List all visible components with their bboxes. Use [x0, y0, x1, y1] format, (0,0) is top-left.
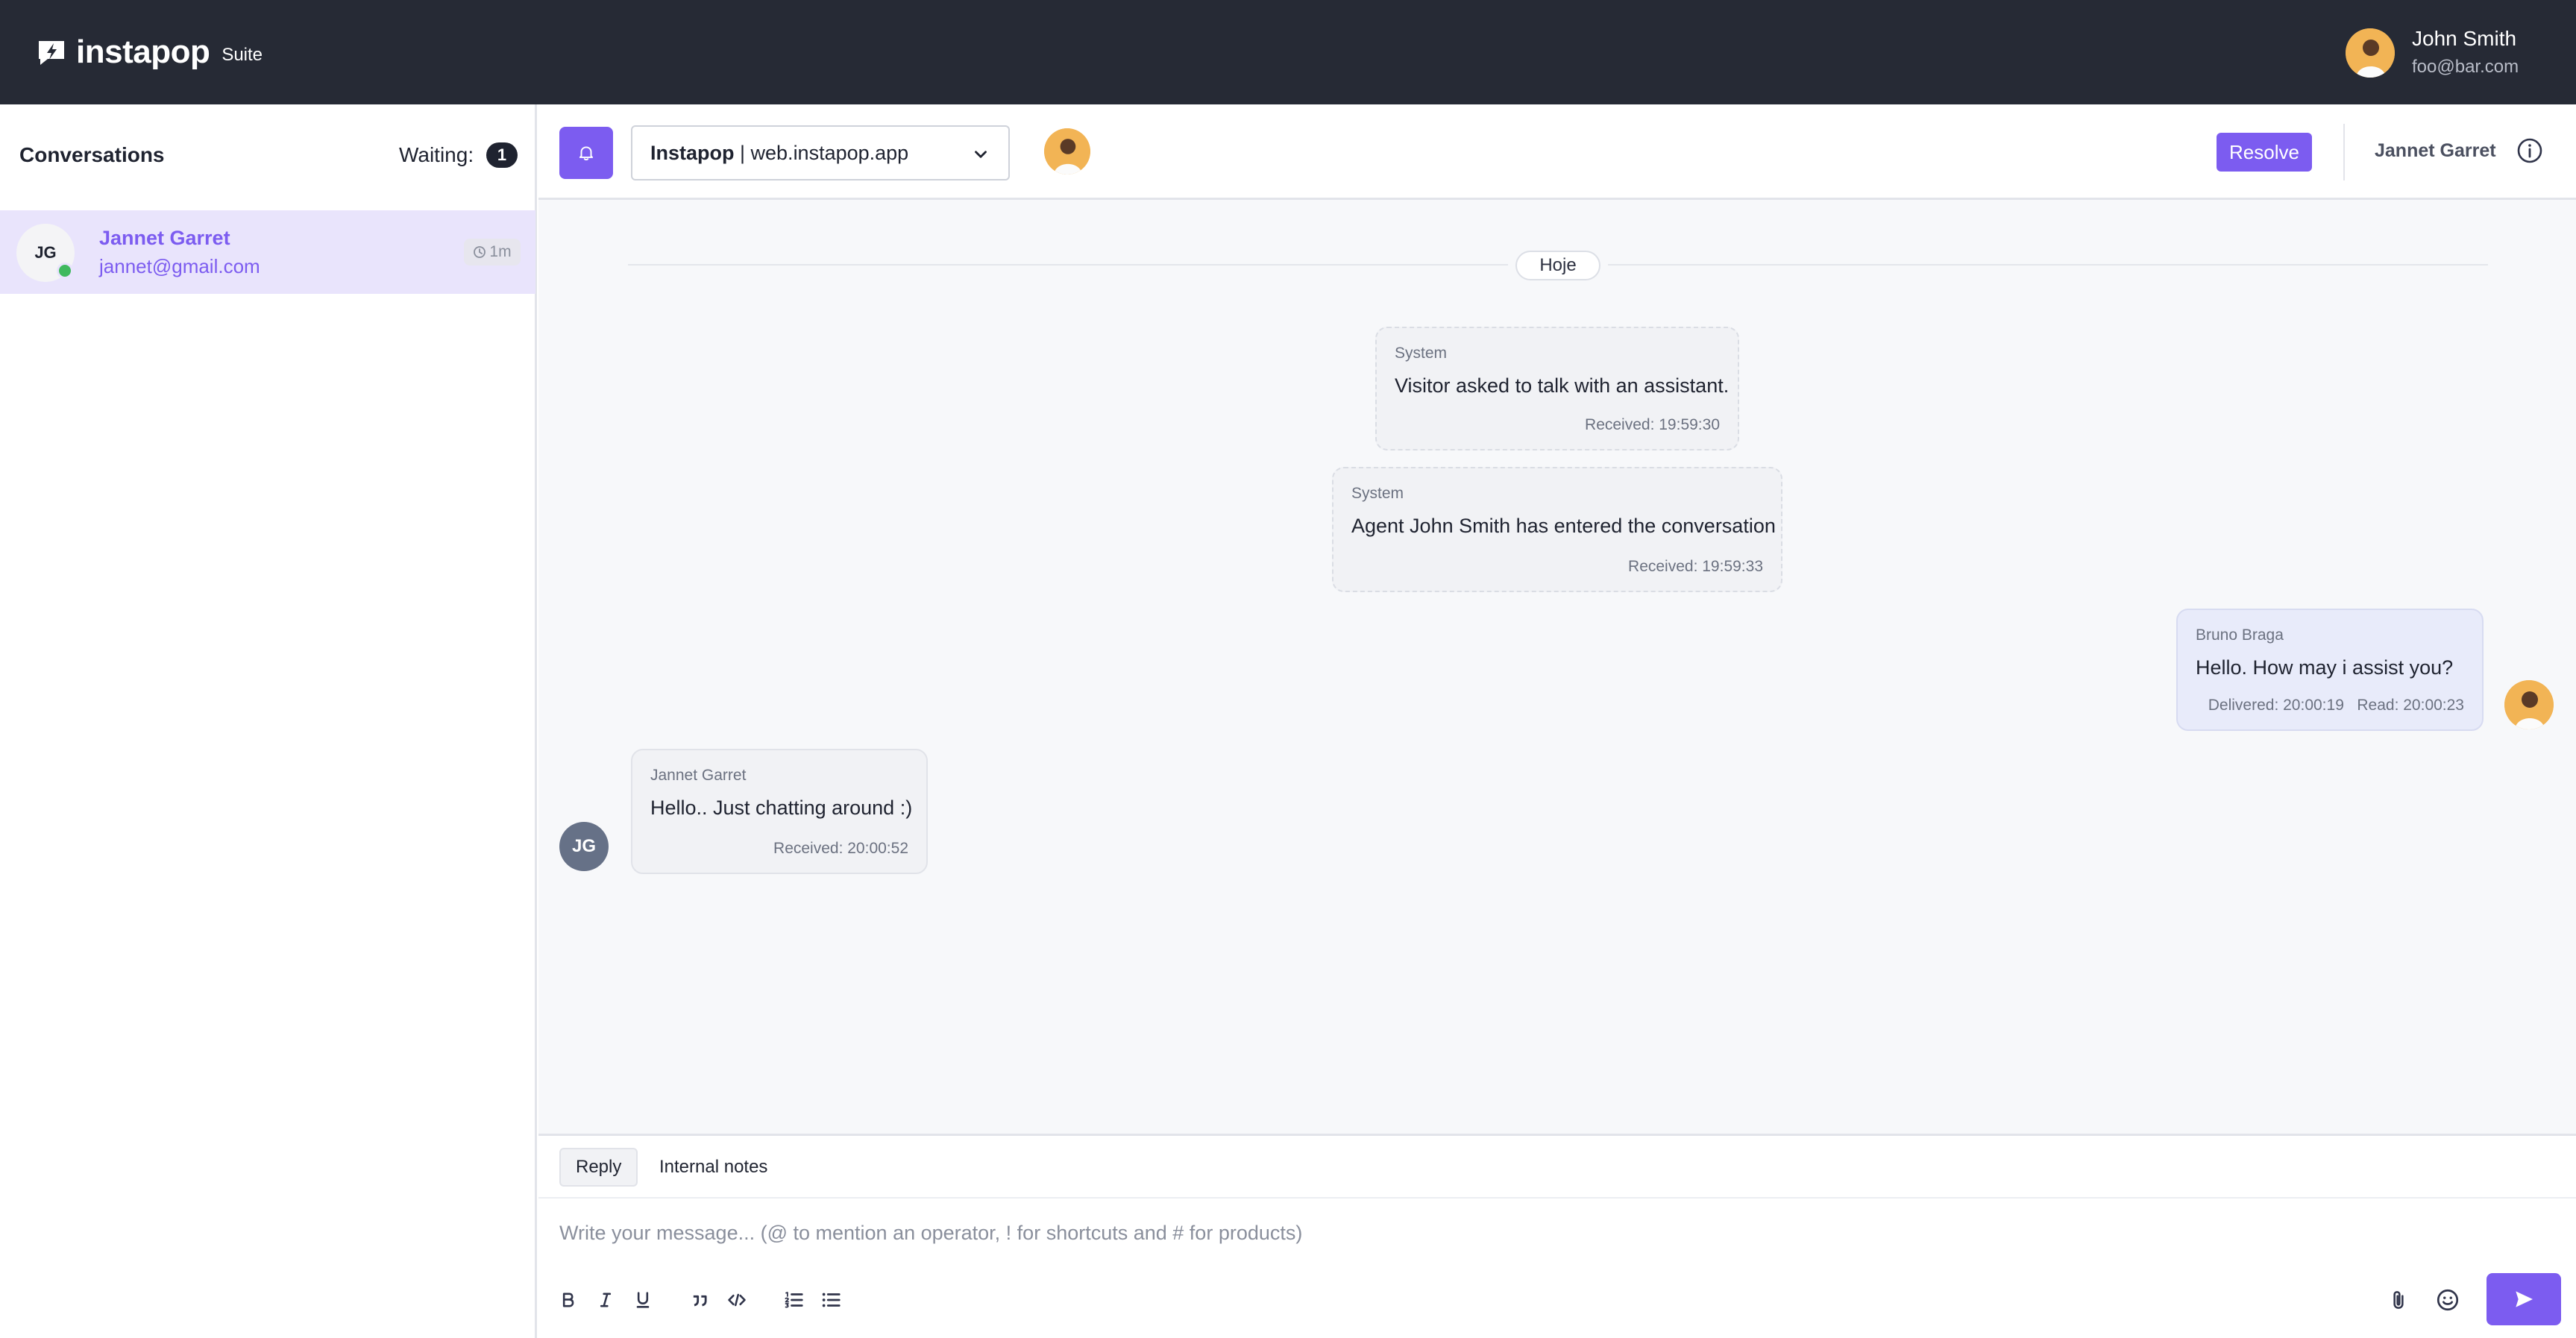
message-composer: Reply Internal notes	[538, 1134, 2576, 1338]
chevron-down-icon	[975, 151, 987, 158]
tab-reply[interactable]: Reply	[559, 1148, 638, 1187]
logo-icon	[39, 41, 64, 65]
message-sender: System	[1351, 485, 1404, 502]
message-sender: System	[1395, 345, 1448, 362]
date-divider-right	[1608, 264, 2488, 266]
conversation-name: Jannet Garret	[99, 227, 230, 249]
channel-name: Instapop	[650, 141, 735, 164]
tab-internal-notes[interactable]: Internal notes	[644, 1148, 782, 1187]
channel-select[interactable]: Instapop | web.instapop.app	[631, 125, 1010, 180]
elapsed-time-badge: 1m	[464, 239, 521, 266]
code-button[interactable]	[722, 1285, 752, 1315]
message-meta: Received: 19:59:33	[1628, 558, 1763, 575]
attach-button[interactable]	[2384, 1285, 2413, 1315]
conversations-sidebar: Conversations Waiting: 1 JG Jannet Garre…	[0, 104, 537, 1338]
code-icon	[728, 1293, 746, 1307]
message-text: Hello.. Just chatting around :)	[650, 797, 913, 819]
quote-button[interactable]	[685, 1285, 714, 1315]
person-icon	[2346, 28, 2395, 78]
message-meta: Delivered: 20:00:19 Read: 20:00:23	[2208, 697, 2464, 714]
underline-icon	[636, 1292, 650, 1308]
user-name: John Smith	[2412, 27, 2517, 50]
bold-button[interactable]	[553, 1285, 583, 1315]
date-separator: Hoje	[1515, 251, 1600, 280]
online-status-dot	[57, 263, 73, 279]
user-avatar[interactable]	[2346, 28, 2395, 78]
date-divider-left	[628, 264, 1508, 266]
message-input[interactable]	[559, 1210, 2543, 1255]
send-button[interactable]	[2487, 1273, 2561, 1325]
italic-icon	[600, 1293, 612, 1307]
notifications-button[interactable]	[559, 127, 613, 179]
assigned-agent-avatar[interactable]	[1044, 128, 1090, 175]
channel-separator: |	[734, 141, 751, 164]
ordered-list-icon	[785, 1292, 803, 1308]
elapsed-time: 1m	[489, 243, 512, 260]
agent-avatar	[2504, 680, 2554, 729]
person-icon	[2504, 680, 2554, 729]
send-icon	[2516, 1291, 2533, 1307]
message-meta: Received: 20:00:52	[773, 840, 908, 857]
agent-message: Bruno Braga Hello. How may i assist you?…	[2176, 609, 2484, 731]
quote-icon	[693, 1295, 707, 1307]
waiting-count-badge: 1	[486, 142, 518, 168]
smile-icon	[2437, 1289, 2459, 1311]
top-bar: instapop Suite John Smith foo@bar.com	[0, 0, 2576, 104]
brand-suite-label: Suite	[222, 45, 263, 65]
person-icon	[1044, 128, 1090, 175]
system-message: System Agent John Smith has entered the …	[1332, 467, 1782, 592]
message-meta: Received: 19:59:30	[1585, 416, 1720, 433]
sidebar-header: Conversations Waiting: 1	[0, 104, 535, 210]
customer-message: Jannet Garret Hello.. Just chatting arou…	[631, 749, 928, 874]
bell-icon	[579, 146, 594, 160]
message-text: Agent John Smith has entered the convers…	[1351, 515, 1776, 537]
bold-icon	[562, 1293, 574, 1307]
paperclip-icon	[2393, 1291, 2404, 1309]
chat-panel: Instapop | web.instapop.app Resolve Jann…	[538, 104, 2576, 1338]
italic-button[interactable]	[591, 1285, 621, 1315]
contact-name[interactable]: Jannet Garret	[2375, 140, 2496, 162]
resolve-button[interactable]: Resolve	[2217, 133, 2312, 172]
message-text: Hello. How may i assist you?	[2196, 656, 2454, 679]
chat-header: Instapop | web.instapop.app Resolve Jann…	[538, 104, 2576, 200]
system-message: System Visitor asked to talk with an ass…	[1375, 327, 1739, 450]
message-text: Visitor asked to talk with an assistant.	[1395, 374, 1730, 397]
waiting-label: Waiting:	[399, 143, 474, 166]
ordered-list-button[interactable]	[779, 1285, 808, 1315]
clock-icon	[474, 246, 486, 258]
user-email: foo@bar.com	[2412, 57, 2519, 77]
header-divider	[2343, 124, 2345, 180]
customer-avatar: JG	[559, 822, 609, 871]
app-logo[interactable]: instapop Suite	[34, 31, 263, 73]
channel-url: web.instapop.app	[750, 141, 909, 164]
conversation-email: jannet@gmail.com	[99, 255, 260, 277]
brand-name: instapop	[76, 34, 210, 70]
message-sender: Bruno Braga	[2196, 626, 2284, 644]
bullet-list-button[interactable]	[816, 1285, 846, 1315]
message-sender: Jannet Garret	[650, 767, 747, 784]
emoji-button[interactable]	[2433, 1285, 2463, 1315]
composer-tabs: Reply Internal notes	[538, 1136, 2576, 1199]
underline-button[interactable]	[628, 1285, 658, 1315]
sidebar-title: Conversations	[19, 143, 165, 166]
info-icon[interactable]	[2515, 136, 2545, 166]
conversation-item[interactable]: JG Jannet Garret jannet@gmail.com 1m	[0, 210, 535, 294]
bullet-list-icon	[822, 1293, 841, 1307]
